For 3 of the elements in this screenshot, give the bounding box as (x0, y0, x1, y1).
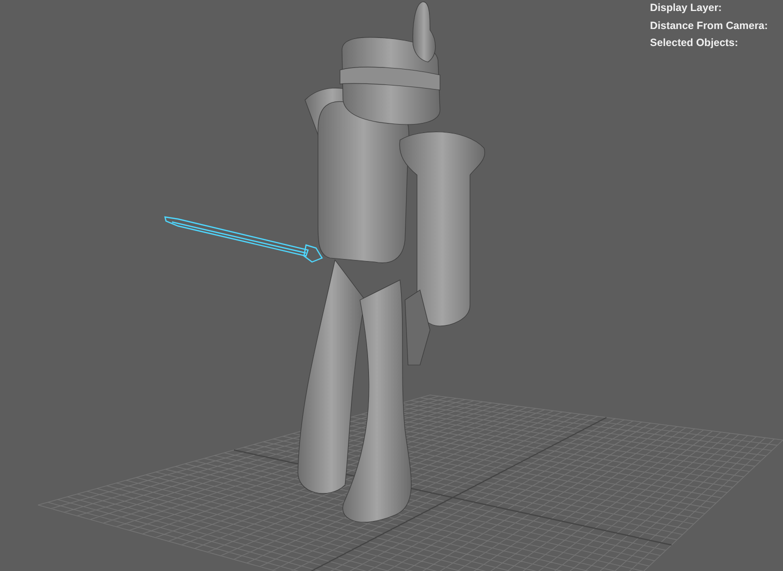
hud-label: Distance From Camera: (650, 20, 768, 31)
hud-label: Display Layer: (650, 3, 723, 14)
hud-label: Selected Objects: (650, 38, 740, 48)
